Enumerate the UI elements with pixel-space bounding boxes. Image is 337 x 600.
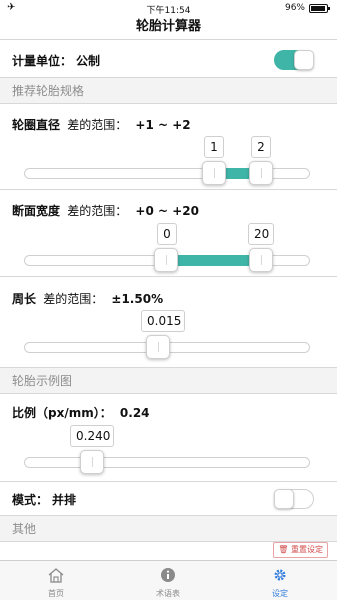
- section-width-low-value: 0: [157, 223, 177, 245]
- section-header-other: 其他: [0, 516, 337, 542]
- rim-diameter-low-value: 1: [204, 136, 224, 158]
- battery-percentage: 96%: [284, 3, 305, 13]
- status-bar: ✈ 下午11:54 96%: [0, 0, 337, 16]
- unit-label: 计量单位： 公制: [12, 54, 101, 68]
- circumference-thumb[interactable]: [146, 335, 170, 359]
- reset-settings-label: 重置设定: [291, 545, 323, 554]
- battery-icon: [309, 4, 330, 13]
- toggle-knob: [274, 489, 294, 509]
- section-header-example: 轮胎示例图: [0, 368, 337, 394]
- ratio-label: 比例（px/mm）： 0.24: [12, 406, 150, 420]
- gear-icon: [274, 569, 286, 581]
- unit-row: 计量单位： 公制: [0, 41, 337, 78]
- tab-bar: 首页 术语表 设定: [0, 560, 337, 600]
- tab-home-label: 首页: [48, 589, 64, 598]
- ratio-row: 比例（px/mm）： 0.24 0.240: [0, 394, 337, 482]
- section-width-row: 断面宽度 差的范围： +0 ~ +20 0 20: [0, 190, 337, 277]
- rim-diameter-high-thumb[interactable]: [249, 161, 273, 185]
- info-icon: [161, 568, 175, 582]
- rim-diameter-label: 轮圈直径 差的范围： +1 ~ +2: [12, 118, 191, 132]
- page-title: 轮胎计算器: [0, 16, 337, 40]
- ratio-value-text: 0.24: [119, 406, 150, 420]
- mode-value: 并排: [52, 493, 77, 507]
- rim-diameter-range: +1 ~ +2: [135, 118, 191, 132]
- section-width-label: 断面宽度 差的范围： +0 ~ +20: [12, 204, 199, 218]
- tab-glossary[interactable]: 术语表: [112, 561, 224, 600]
- rim-diameter-row: 轮圈直径 差的范围： +1 ~ +2 1 2: [0, 104, 337, 190]
- toggle-knob: [294, 50, 314, 70]
- unit-toggle[interactable]: [274, 50, 314, 70]
- reset-settings-button[interactable]: 🗑 重置设定: [273, 542, 328, 558]
- ratio-slider[interactable]: [24, 457, 310, 468]
- home-icon: [48, 568, 64, 583]
- rim-diameter-high-value: 2: [251, 136, 271, 158]
- circumference-value: 0.015: [141, 310, 185, 332]
- section-width-high-value: 20: [248, 223, 274, 245]
- ratio-thumb[interactable]: [80, 450, 104, 474]
- tab-glossary-label: 术语表: [156, 589, 180, 598]
- section-width-low-thumb[interactable]: [154, 248, 178, 272]
- trash-icon: 🗑: [278, 545, 289, 554]
- mode-row: 模式： 并排: [0, 482, 337, 516]
- tab-settings[interactable]: 设定: [224, 561, 336, 600]
- section-width-high-thumb[interactable]: [249, 248, 273, 272]
- tab-home[interactable]: 首页: [0, 561, 112, 600]
- mode-label: 模式： 并排: [12, 493, 77, 507]
- section-header-recommend: 推荐轮胎规格: [0, 78, 337, 104]
- circumference-row: 周长 差的范围： ±1.50% 0.015: [0, 277, 337, 368]
- ratio-value: 0.240: [70, 425, 114, 447]
- rim-diameter-low-thumb[interactable]: [202, 161, 226, 185]
- circumference-label: 周长 差的范围： ±1.50%: [12, 292, 164, 306]
- mode-toggle[interactable]: [274, 489, 314, 509]
- tab-settings-label: 设定: [272, 589, 288, 598]
- circumference-range: ±1.50%: [111, 292, 164, 306]
- section-width-range: +0 ~ +20: [135, 204, 199, 218]
- unit-value: 公制: [76, 54, 101, 68]
